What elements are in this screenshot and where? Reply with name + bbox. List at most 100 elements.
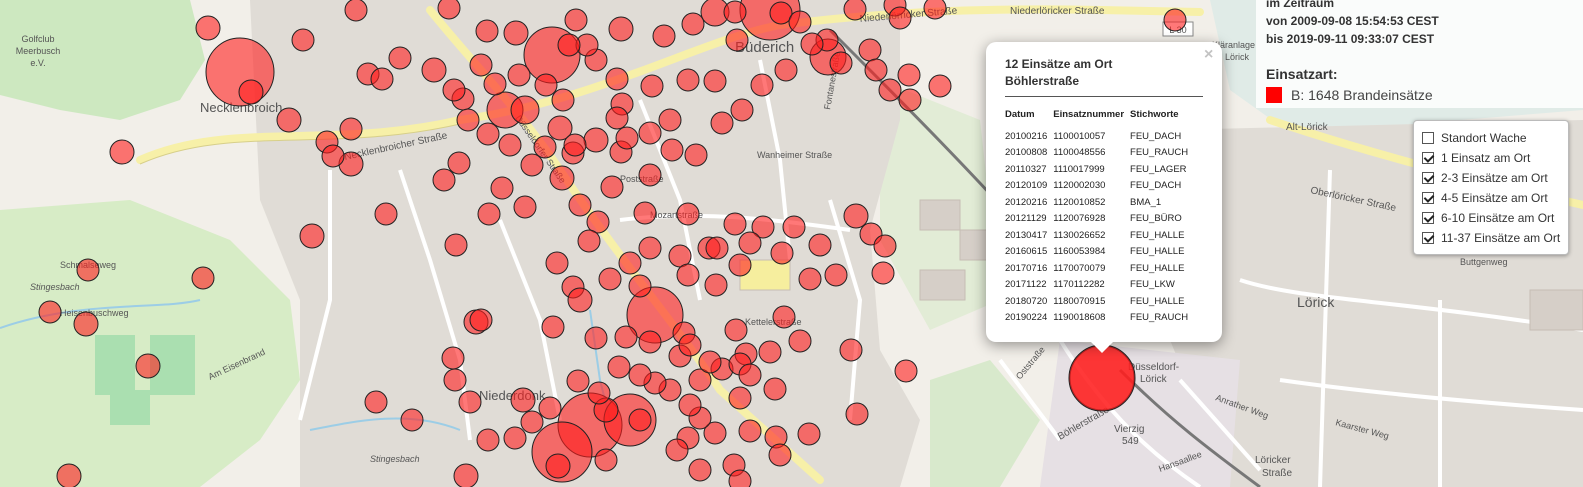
incident-marker[interactable] [607, 355, 631, 379]
incident-marker[interactable] [453, 463, 479, 487]
incident-marker[interactable] [291, 28, 315, 52]
incident-marker[interactable] [1163, 8, 1187, 32]
incident-marker[interactable] [628, 274, 652, 298]
incident-marker[interactable] [557, 33, 581, 57]
incident-marker[interactable] [400, 408, 424, 432]
incident-marker[interactable] [628, 408, 652, 432]
incident-marker[interactable] [587, 381, 611, 405]
checkbox[interactable] [1422, 172, 1434, 184]
incident-marker[interactable] [437, 0, 461, 20]
incident-marker[interactable] [388, 46, 412, 70]
incident-marker[interactable] [475, 19, 499, 43]
incident-marker[interactable] [608, 16, 634, 42]
layer-4-5-einsaetze[interactable]: 4-5 Einsätze am Ort [1422, 189, 1548, 207]
incident-marker[interactable] [583, 127, 609, 153]
incident-marker[interactable] [483, 72, 507, 96]
incident-marker[interactable] [276, 107, 302, 133]
incident-marker[interactable] [728, 253, 752, 277]
incident-marker[interactable] [928, 74, 952, 98]
incident-marker[interactable] [76, 258, 100, 282]
incident-marker[interactable] [507, 63, 531, 87]
incident-marker[interactable] [476, 122, 500, 146]
incident-marker[interactable] [782, 215, 806, 239]
incident-marker[interactable] [894, 359, 918, 383]
incident-marker[interactable] [923, 0, 947, 20]
incident-marker[interactable] [566, 369, 590, 393]
incident-marker[interactable] [633, 201, 657, 225]
incident-marker[interactable] [738, 419, 762, 443]
layer-6-10-einsaetze[interactable]: 6-10 Einsätze am Ort [1422, 209, 1554, 227]
incident-marker[interactable] [681, 12, 705, 36]
incident-marker[interactable] [490, 176, 514, 200]
incident-marker[interactable] [730, 98, 754, 122]
incident-marker[interactable] [421, 57, 447, 83]
incident-marker[interactable] [724, 318, 748, 342]
incident-marker[interactable] [344, 0, 368, 22]
incident-marker[interactable] [549, 165, 575, 191]
incident-marker[interactable] [476, 428, 500, 452]
incident-marker[interactable] [660, 138, 684, 162]
incident-marker[interactable] [878, 78, 902, 102]
incident-marker[interactable] [797, 422, 821, 446]
incident-marker[interactable] [652, 24, 676, 48]
checkbox[interactable] [1422, 192, 1434, 204]
incident-marker[interactable] [444, 233, 468, 257]
incident-marker[interactable] [191, 266, 215, 290]
incident-marker[interactable] [897, 63, 921, 87]
incident-marker[interactable] [38, 300, 62, 324]
incident-marker[interactable] [788, 10, 812, 34]
incident-marker[interactable] [364, 390, 388, 414]
incident-marker[interactable] [563, 133, 587, 157]
incident-marker[interactable] [750, 73, 774, 97]
incident-marker[interactable] [545, 453, 571, 479]
incident-marker[interactable] [520, 410, 544, 434]
checkbox[interactable] [1422, 232, 1434, 244]
incident-marker[interactable] [710, 111, 734, 135]
incident-marker[interactable] [705, 236, 729, 260]
incident-marker[interactable] [688, 458, 712, 482]
incident-marker[interactable] [768, 443, 792, 467]
incident-marker[interactable] [738, 231, 762, 255]
incident-marker[interactable] [829, 51, 853, 75]
incident-marker[interactable] [723, 212, 747, 236]
incident-marker[interactable] [723, 0, 747, 24]
incident-marker[interactable] [763, 377, 787, 401]
incident-marker[interactable] [503, 20, 529, 46]
checkbox[interactable] [1422, 212, 1434, 224]
incident-marker[interactable] [299, 223, 325, 249]
incident-marker[interactable] [665, 438, 689, 462]
incident-marker[interactable] [770, 241, 794, 265]
checkbox[interactable] [1422, 132, 1434, 144]
incident-marker[interactable] [513, 195, 537, 219]
incident-marker[interactable] [510, 387, 536, 413]
incident-marker[interactable] [432, 168, 456, 192]
incident-marker[interactable] [638, 330, 662, 354]
incident-marker[interactable] [858, 38, 882, 62]
incident-marker[interactable] [658, 108, 682, 132]
checkbox[interactable] [1422, 152, 1434, 164]
incident-marker[interactable] [698, 350, 722, 374]
incident-marker[interactable] [238, 79, 264, 105]
incident-marker[interactable] [533, 135, 557, 159]
incident-marker[interactable] [541, 315, 565, 339]
incident-marker[interactable] [135, 353, 161, 379]
incident-marker[interactable] [638, 163, 662, 187]
incident-marker[interactable] [728, 469, 752, 487]
incident-marker[interactable] [772, 305, 796, 329]
incident-marker[interactable] [798, 267, 822, 291]
incident-marker[interactable] [788, 329, 812, 353]
incident-marker[interactable] [442, 78, 466, 102]
incident-marker[interactable] [873, 234, 897, 258]
incident-marker[interactable] [374, 202, 398, 226]
incident-marker[interactable] [458, 390, 482, 414]
incident-marker[interactable] [640, 74, 664, 98]
incident-marker[interactable] [469, 53, 493, 77]
incident-marker[interactable] [594, 448, 618, 472]
incident-marker[interactable] [684, 143, 708, 167]
incident-marker[interactable] [538, 396, 562, 420]
incident-marker[interactable] [824, 263, 848, 287]
incident-marker[interactable] [704, 273, 728, 297]
incident-marker[interactable] [843, 0, 867, 21]
incident-marker[interactable] [605, 106, 629, 130]
incident-marker[interactable] [577, 229, 601, 253]
